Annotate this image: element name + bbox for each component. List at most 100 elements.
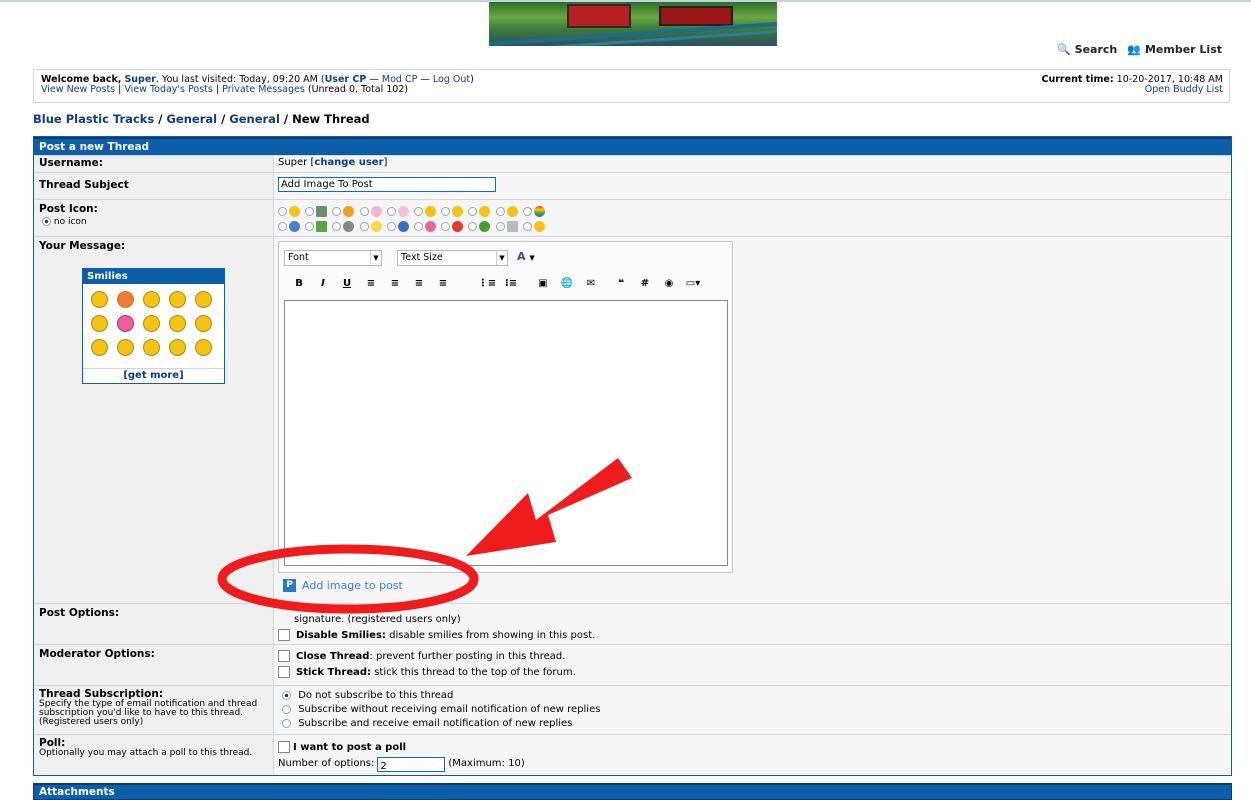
laugh-icon: [506, 205, 518, 217]
underline-button[interactable]: U: [335, 278, 359, 289]
breadcrumb-subforum[interactable]: General: [229, 112, 280, 126]
log-out-link[interactable]: Log Out: [433, 74, 470, 85]
poll-desc: Optionally you may attach a poll to this…: [39, 748, 253, 758]
post-icon-radio[interactable]: [495, 206, 505, 216]
music-icon: [343, 220, 355, 232]
post-icon-radio[interactable]: [305, 206, 315, 216]
post-icon-radio[interactable]: [278, 206, 287, 216]
train-graphic: [567, 4, 631, 28]
chevron-down-icon: ▼: [496, 251, 507, 265]
subscribe-none-radio[interactable]: [282, 690, 291, 700]
film-icon: [316, 205, 328, 217]
post-icon-radio[interactable]: [468, 206, 478, 216]
subscribe-email-radio[interactable]: [282, 718, 291, 728]
bullet-list-icon[interactable]: ⁝≡: [499, 278, 523, 289]
post-icon-radio[interactable]: [495, 221, 505, 231]
post-icon-radio[interactable]: [468, 221, 478, 231]
exclamation-smiley-icon[interactable]: [91, 315, 108, 332]
subscribe-no-email-radio[interactable]: [282, 704, 291, 714]
angry-smiley-icon[interactable]: [117, 291, 134, 308]
shy-smiley-icon[interactable]: [169, 339, 186, 356]
happy-smiley-icon[interactable]: [143, 339, 160, 356]
idea-smiley-icon[interactable]: [169, 315, 186, 332]
get-more-smilies-link[interactable]: [get more]: [123, 370, 183, 381]
post-icon-radio[interactable]: [278, 221, 287, 231]
ordered-list-icon[interactable]: ⋮≡: [475, 278, 499, 289]
chevron-down-icon: ▼: [370, 251, 381, 265]
post-icon-radio[interactable]: [522, 221, 532, 231]
sad-icon: [533, 220, 545, 232]
thread-subscription-desc: Specify the type of email notification a…: [39, 699, 258, 727]
justify-icon[interactable]: ≡: [431, 278, 455, 289]
post-icon-radio[interactable]: [305, 221, 315, 231]
editor-toolbar: B I U ≡ ≡ ≡ ≡ ⋮≡ ⁝≡ ▣ 🌐 ✉ ❝ # ◉ ▭▾: [287, 278, 705, 289]
breadcrumb-forum[interactable]: Blue Plastic Tracks: [33, 112, 154, 126]
search-link[interactable]: 🔍 Search: [1057, 43, 1117, 56]
message-editor: Font ▼ Text Size ▼ A ▼ B I U ≡ ≡ ≡ ≡ ⋮≡ ⁝≡…: [278, 241, 733, 573]
post-icon-radio[interactable]: [386, 221, 396, 231]
post-icon-radio[interactable]: [359, 206, 369, 216]
change-user-link[interactable]: change user: [314, 157, 383, 168]
member-list-link[interactable]: 👥 Member List: [1127, 43, 1222, 56]
smilies-title: Smilies: [83, 269, 224, 284]
signature-option-text: signature. (registered users only): [294, 614, 461, 625]
stick-thread-checkbox[interactable]: [278, 666, 290, 678]
php-icon[interactable]: ◉: [657, 278, 681, 289]
video-icon[interactable]: ▭▾: [681, 278, 705, 289]
quote-icon[interactable]: ❝: [609, 278, 633, 289]
message-textarea[interactable]: [284, 300, 728, 566]
post-icon-radio[interactable]: [413, 221, 423, 231]
dizzy-smiley-icon[interactable]: [169, 291, 186, 308]
confused-smiley-icon[interactable]: [143, 291, 160, 308]
open-buddy-list-link[interactable]: Open Buddy List: [1145, 84, 1223, 95]
view-new-posts-link[interactable]: View New Posts: [41, 84, 115, 95]
star-icon: [424, 205, 436, 217]
add-image-to-post-link[interactable]: P Add image to post: [283, 579, 403, 592]
post-icon-radio[interactable]: [332, 206, 342, 216]
text-color-button[interactable]: A ▼: [517, 250, 535, 263]
cool-smiley-icon[interactable]: [195, 291, 212, 308]
smile-smiley-icon[interactable]: [117, 339, 134, 356]
post-icon-radio[interactable]: [359, 221, 369, 231]
private-messages-link[interactable]: Private Messages: [222, 84, 305, 95]
post-icon-radio[interactable]: [522, 206, 532, 216]
question-smiley-icon[interactable]: [143, 315, 160, 332]
align-left-icon[interactable]: ≡: [359, 278, 383, 289]
align-center-icon[interactable]: ≡: [383, 278, 407, 289]
balloon-icon: [397, 205, 409, 217]
italic-button[interactable]: I: [311, 278, 335, 289]
code-icon[interactable]: #: [633, 278, 657, 289]
grin-smiley-icon[interactable]: [195, 339, 212, 356]
bold-button[interactable]: B: [287, 278, 311, 289]
username-label: Username:: [34, 156, 274, 172]
huh-smiley-icon[interactable]: [91, 339, 108, 356]
post-icon-radio[interactable]: [441, 221, 451, 231]
post-icon-radio[interactable]: [332, 221, 342, 231]
heart-smiley-icon[interactable]: [117, 315, 134, 332]
username-value: Super: [278, 157, 308, 168]
no-icon-radio[interactable]: [42, 217, 51, 226]
insert-email-icon[interactable]: ✉: [579, 278, 603, 289]
view-todays-posts-link[interactable]: View Today's Posts: [124, 84, 212, 95]
poll-options-input[interactable]: 2: [377, 756, 446, 772]
smiley-icon[interactable]: [91, 291, 108, 308]
insert-image-icon[interactable]: ▣: [531, 278, 555, 289]
wink-smiley-icon[interactable]: [195, 315, 212, 332]
post-icon-radio[interactable]: [441, 206, 451, 216]
close-thread-checkbox[interactable]: [278, 650, 290, 662]
font-select[interactable]: Font ▼: [284, 250, 382, 266]
disable-smilies-checkbox[interactable]: [278, 629, 290, 641]
breadcrumb-category[interactable]: General: [166, 112, 217, 126]
post-icon-radio[interactable]: [386, 206, 396, 216]
welcome-panel: Welcome back, Super. You last visited: T…: [33, 69, 1230, 103]
post-poll-checkbox[interactable]: [278, 741, 290, 753]
post-icon-radio[interactable]: [413, 206, 423, 216]
insert-link-icon[interactable]: 🌐: [555, 278, 579, 289]
thread-subject-label: Thread Subject: [34, 173, 274, 199]
text-size-select[interactable]: Text Size ▼: [397, 250, 508, 266]
smilies-box: Smilies [get more]: [82, 268, 225, 384]
align-right-icon[interactable]: ≡: [407, 278, 431, 289]
forum-banner-image[interactable]: [489, 2, 777, 46]
thread-subject-input[interactable]: Add Image To Post: [278, 177, 496, 192]
exclamation-icon: [452, 220, 464, 232]
